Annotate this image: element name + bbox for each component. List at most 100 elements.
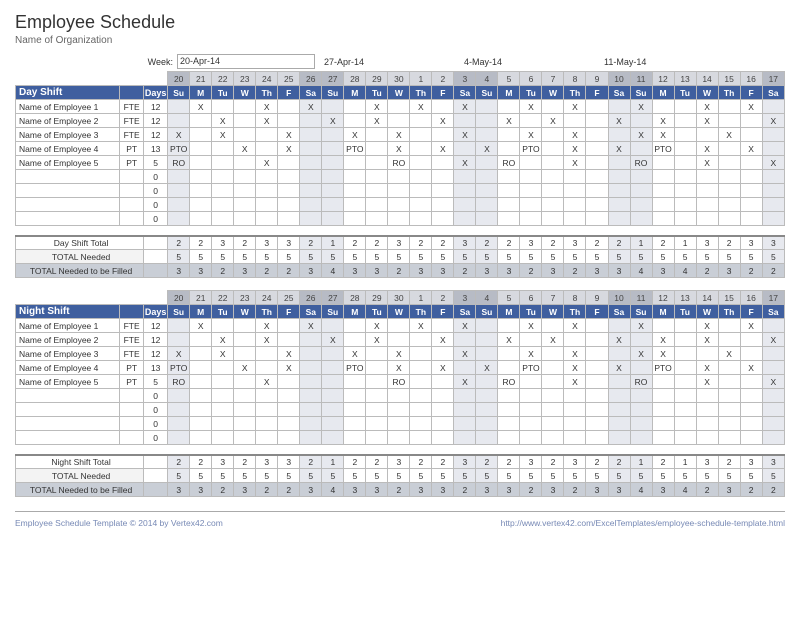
- schedule-cell[interactable]: [696, 184, 718, 198]
- schedule-cell[interactable]: [256, 198, 278, 212]
- schedule-cell[interactable]: [652, 375, 674, 389]
- schedule-cell[interactable]: [410, 142, 432, 156]
- schedule-cell[interactable]: [762, 170, 784, 184]
- schedule-cell[interactable]: [234, 170, 256, 184]
- employee-name[interactable]: Name of Employee 3: [16, 128, 120, 142]
- schedule-cell[interactable]: X: [630, 319, 652, 333]
- schedule-cell[interactable]: [300, 389, 322, 403]
- employee-type[interactable]: FTE: [120, 114, 144, 128]
- schedule-cell[interactable]: [190, 114, 212, 128]
- schedule-cell[interactable]: X: [542, 333, 564, 347]
- schedule-cell[interactable]: [168, 170, 190, 184]
- schedule-cell[interactable]: X: [718, 347, 740, 361]
- schedule-cell[interactable]: [542, 389, 564, 403]
- schedule-cell[interactable]: X: [454, 319, 476, 333]
- schedule-cell[interactable]: [432, 212, 454, 226]
- schedule-cell[interactable]: [432, 184, 454, 198]
- schedule-cell[interactable]: X: [388, 361, 410, 375]
- schedule-cell[interactable]: X: [652, 333, 674, 347]
- schedule-cell[interactable]: [168, 319, 190, 333]
- schedule-cell[interactable]: [234, 212, 256, 226]
- schedule-cell[interactable]: [278, 198, 300, 212]
- schedule-cell[interactable]: [168, 100, 190, 114]
- schedule-cell[interactable]: [410, 375, 432, 389]
- schedule-cell[interactable]: [630, 431, 652, 445]
- schedule-cell[interactable]: [608, 431, 630, 445]
- schedule-cell[interactable]: [454, 389, 476, 403]
- schedule-cell[interactable]: [740, 347, 762, 361]
- schedule-cell[interactable]: [718, 184, 740, 198]
- schedule-cell[interactable]: [476, 128, 498, 142]
- schedule-cell[interactable]: [190, 375, 212, 389]
- schedule-cell[interactable]: [542, 319, 564, 333]
- schedule-cell[interactable]: [278, 431, 300, 445]
- schedule-cell[interactable]: X: [696, 375, 718, 389]
- schedule-cell[interactable]: X: [762, 114, 784, 128]
- schedule-cell[interactable]: [718, 156, 740, 170]
- schedule-cell[interactable]: X: [608, 142, 630, 156]
- schedule-cell[interactable]: [586, 212, 608, 226]
- schedule-cell[interactable]: [344, 431, 366, 445]
- schedule-cell[interactable]: X: [300, 100, 322, 114]
- schedule-cell[interactable]: X: [696, 333, 718, 347]
- schedule-cell[interactable]: X: [630, 128, 652, 142]
- schedule-cell[interactable]: [762, 403, 784, 417]
- schedule-cell[interactable]: [388, 198, 410, 212]
- schedule-cell[interactable]: X: [476, 142, 498, 156]
- schedule-cell[interactable]: [762, 417, 784, 431]
- schedule-cell[interactable]: [762, 100, 784, 114]
- schedule-cell[interactable]: [586, 100, 608, 114]
- schedule-cell[interactable]: X: [564, 347, 586, 361]
- schedule-cell[interactable]: [520, 417, 542, 431]
- schedule-cell[interactable]: [520, 156, 542, 170]
- schedule-cell[interactable]: [542, 375, 564, 389]
- schedule-cell[interactable]: PTO: [168, 361, 190, 375]
- schedule-cell[interactable]: X: [322, 333, 344, 347]
- schedule-cell[interactable]: [322, 361, 344, 375]
- schedule-cell[interactable]: [234, 156, 256, 170]
- schedule-cell[interactable]: [212, 100, 234, 114]
- schedule-cell[interactable]: [740, 212, 762, 226]
- schedule-cell[interactable]: [674, 375, 696, 389]
- schedule-cell[interactable]: [718, 375, 740, 389]
- schedule-cell[interactable]: [696, 431, 718, 445]
- schedule-cell[interactable]: [410, 389, 432, 403]
- schedule-cell[interactable]: X: [366, 333, 388, 347]
- schedule-cell[interactable]: [190, 198, 212, 212]
- schedule-cell[interactable]: [344, 417, 366, 431]
- schedule-cell[interactable]: [388, 212, 410, 226]
- schedule-cell[interactable]: [696, 347, 718, 361]
- schedule-cell[interactable]: [476, 100, 498, 114]
- schedule-cell[interactable]: [740, 128, 762, 142]
- schedule-cell[interactable]: [630, 184, 652, 198]
- schedule-cell[interactable]: X: [696, 114, 718, 128]
- schedule-cell[interactable]: [564, 403, 586, 417]
- schedule-cell[interactable]: [322, 212, 344, 226]
- schedule-cell[interactable]: [344, 114, 366, 128]
- schedule-cell[interactable]: [278, 100, 300, 114]
- schedule-cell[interactable]: [498, 389, 520, 403]
- schedule-cell[interactable]: [564, 417, 586, 431]
- schedule-cell[interactable]: [344, 156, 366, 170]
- schedule-cell[interactable]: [344, 375, 366, 389]
- schedule-cell[interactable]: [322, 142, 344, 156]
- schedule-cell[interactable]: RO: [498, 156, 520, 170]
- schedule-cell[interactable]: PTO: [652, 361, 674, 375]
- schedule-cell[interactable]: [212, 403, 234, 417]
- schedule-cell[interactable]: [498, 431, 520, 445]
- schedule-cell[interactable]: [322, 170, 344, 184]
- schedule-cell[interactable]: [300, 375, 322, 389]
- schedule-cell[interactable]: [432, 198, 454, 212]
- schedule-cell[interactable]: [498, 361, 520, 375]
- schedule-cell[interactable]: [344, 389, 366, 403]
- schedule-cell[interactable]: X: [322, 114, 344, 128]
- schedule-cell[interactable]: X: [762, 333, 784, 347]
- schedule-cell[interactable]: X: [718, 128, 740, 142]
- schedule-cell[interactable]: [718, 361, 740, 375]
- schedule-cell[interactable]: X: [388, 142, 410, 156]
- schedule-cell[interactable]: [454, 170, 476, 184]
- schedule-cell[interactable]: [674, 333, 696, 347]
- schedule-cell[interactable]: [674, 170, 696, 184]
- schedule-cell[interactable]: [410, 156, 432, 170]
- schedule-cell[interactable]: [652, 403, 674, 417]
